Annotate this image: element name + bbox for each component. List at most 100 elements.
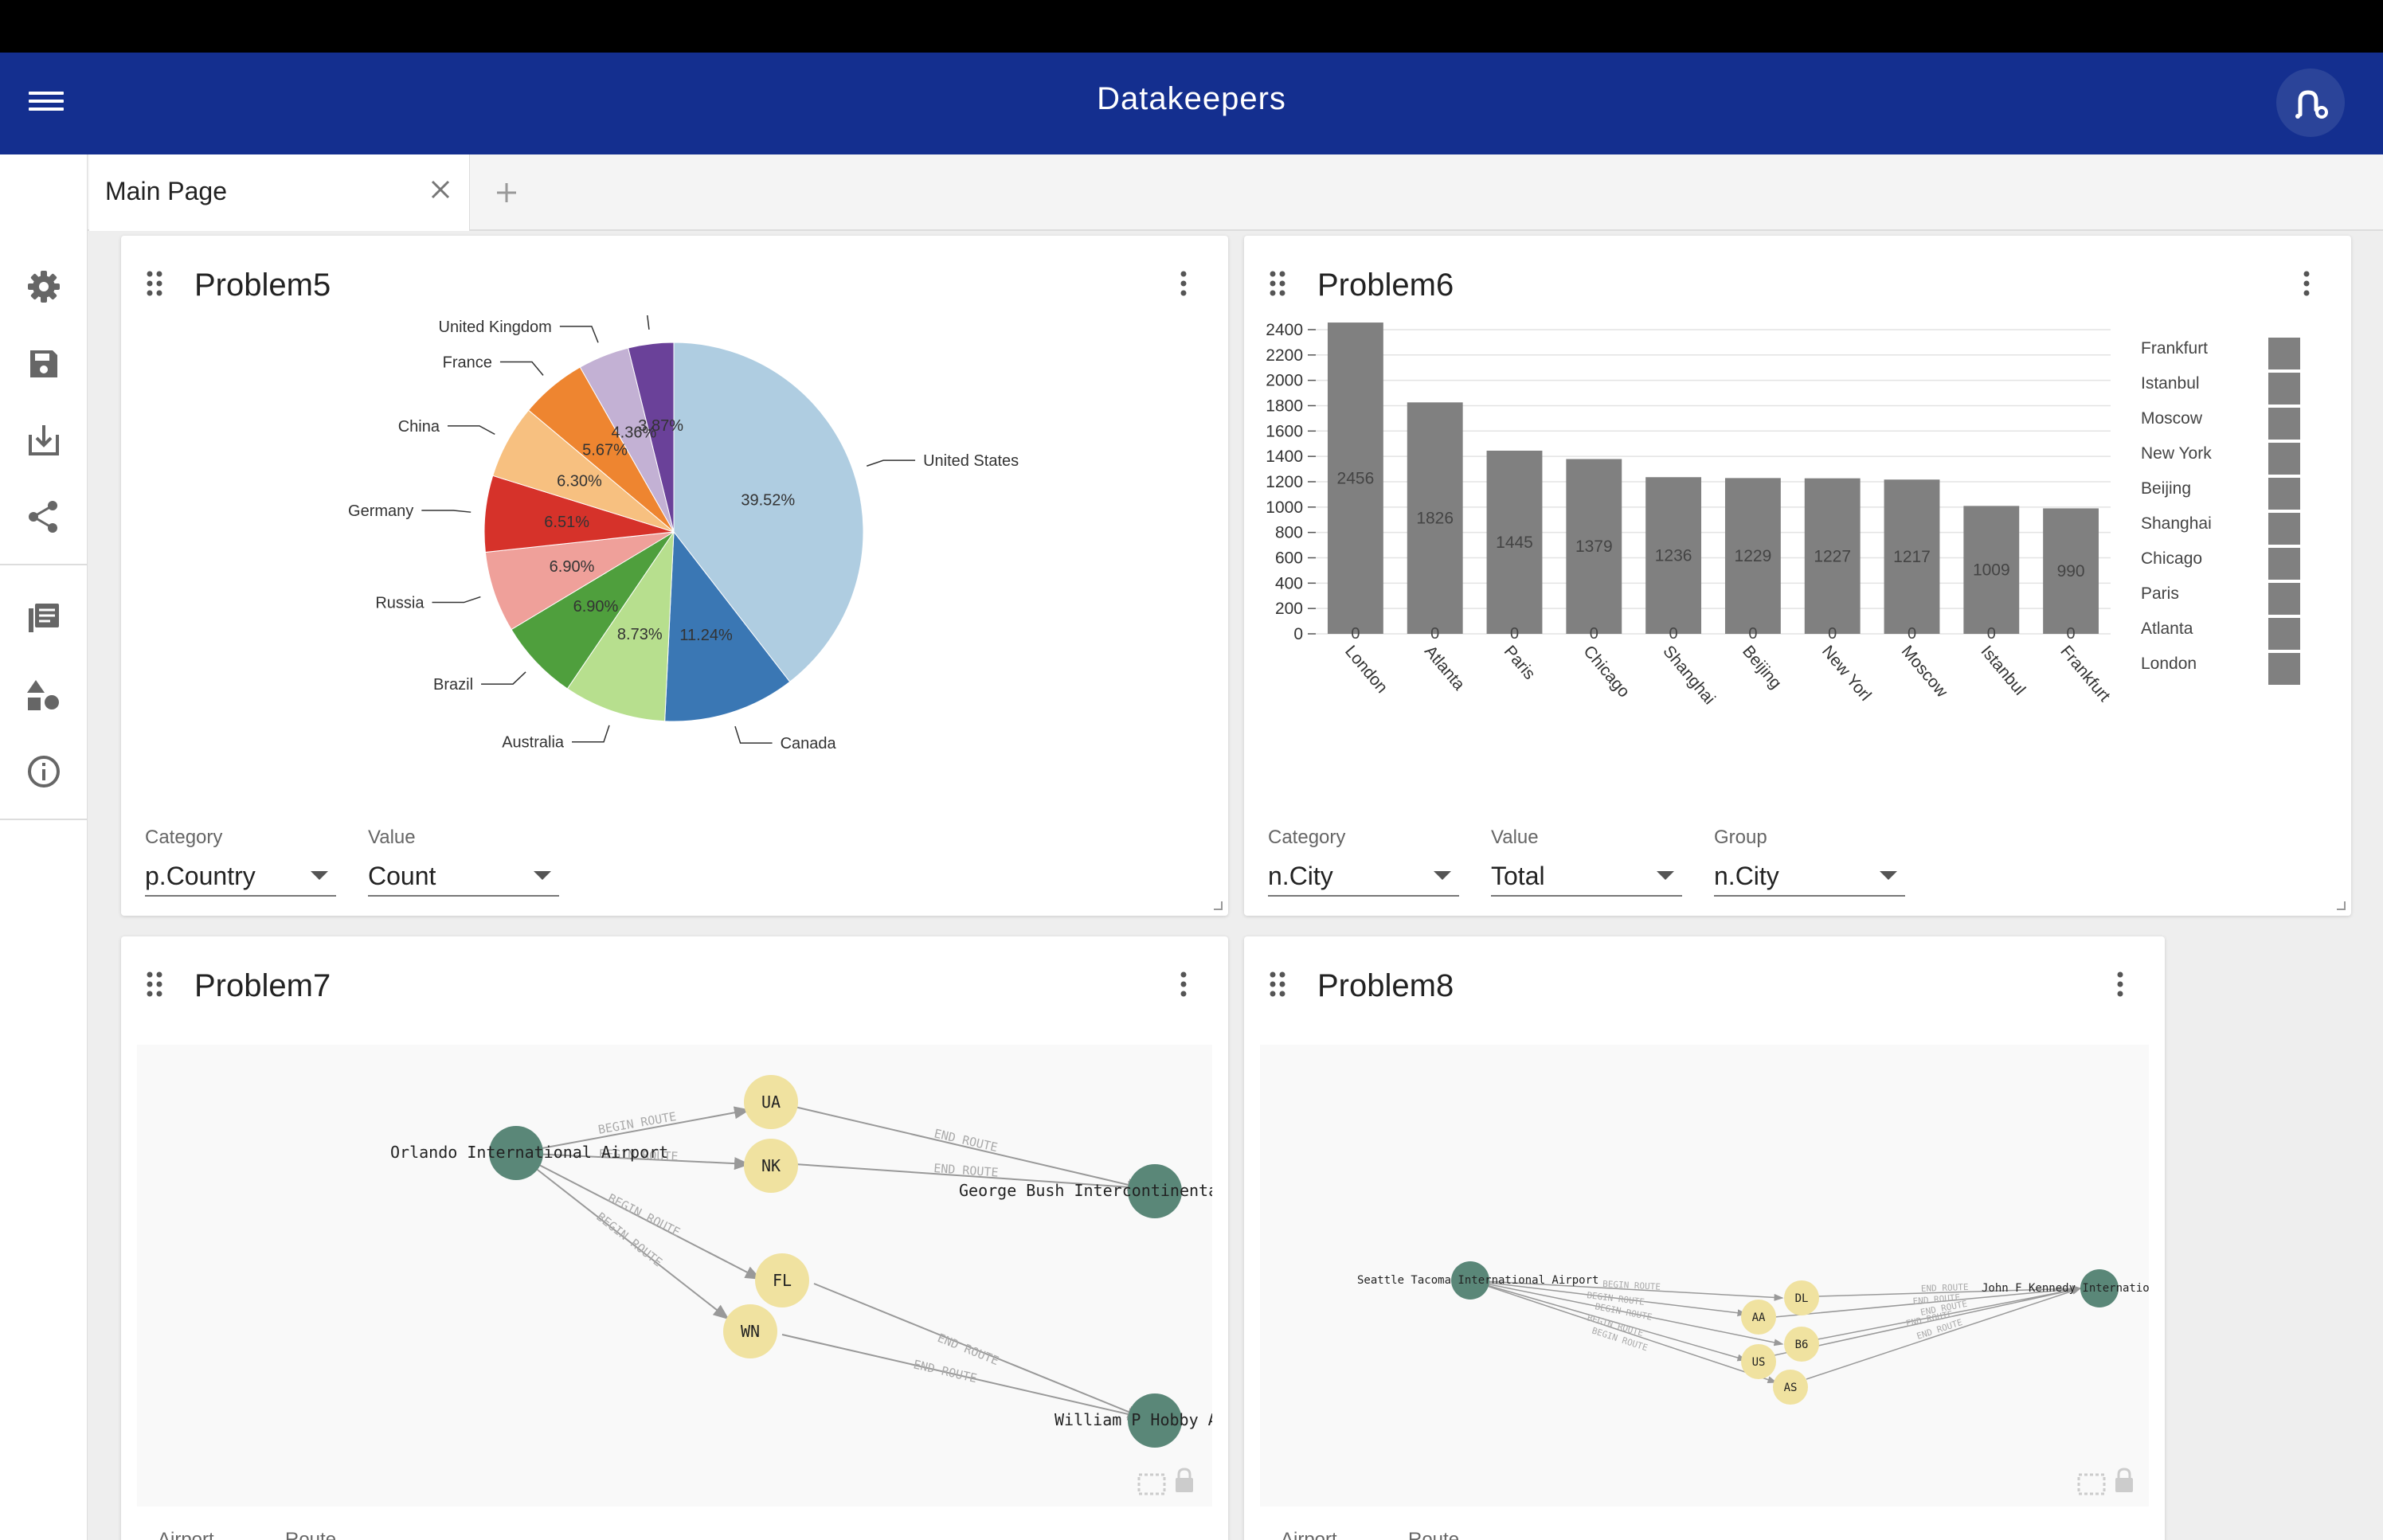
legend-swatch[interactable] — [2268, 478, 2300, 510]
connection-button[interactable] — [2276, 68, 2345, 137]
resize-handle-icon[interactable] — [1212, 900, 1223, 911]
node-label: Orlando International Airport — [390, 1143, 668, 1162]
category-select[interactable]: n.City — [1268, 857, 1459, 897]
legend-label: Atlanta — [2141, 620, 2193, 638]
legend-label: Moscow — [2141, 409, 2203, 428]
legend-swatch[interactable] — [2268, 373, 2300, 405]
app-title: Datakeepers — [1097, 81, 1286, 116]
legend-swatch[interactable] — [2268, 443, 2300, 475]
node-label: John F Kennedy International — [1982, 1282, 2149, 1295]
y-tick-label: 200 — [1275, 600, 1303, 618]
tab-main-page[interactable]: Main Page — [89, 154, 470, 231]
legend-swatch[interactable] — [2268, 408, 2300, 440]
save-icon[interactable] — [24, 344, 64, 384]
bar-base-label: 0 — [1987, 625, 1996, 643]
legend-swatch[interactable] — [2268, 548, 2300, 580]
tab-main-page-label: Main Page — [105, 177, 227, 205]
drag-handle-icon[interactable] — [145, 970, 164, 999]
pie-leader-line — [867, 459, 916, 467]
more-vert-icon[interactable] — [1176, 269, 1192, 298]
legend-route-label: Route — [1408, 1529, 1460, 1540]
category-select[interactable]: p.Country — [145, 857, 336, 897]
value-select[interactable]: Count — [368, 857, 559, 897]
download-icon[interactable] — [24, 420, 64, 460]
pie-value-label: 39.52% — [741, 492, 795, 510]
node-label: WN — [741, 1322, 760, 1341]
settings-icon[interactable] — [24, 267, 64, 307]
bar-value-label: 1009 — [1973, 561, 2010, 580]
more-vert-icon[interactable] — [1176, 970, 1192, 999]
card-title: Problem6 — [1317, 268, 1454, 303]
legend-label: Beijing — [2141, 479, 2191, 498]
x-tick-label: Atlanta — [1421, 642, 1469, 694]
node-label: Seattle Tacoma International Airport — [1357, 1274, 1598, 1287]
more-vert-icon[interactable] — [2112, 970, 2128, 999]
legend-airport-label: Airport — [1281, 1529, 1337, 1540]
y-tick-label: 1600 — [1266, 422, 1303, 440]
info-icon[interactable] — [24, 752, 64, 791]
pie-category-label: Russia — [375, 595, 425, 612]
lock-icon[interactable] — [2112, 1467, 2136, 1495]
card-problem8: Problem8 BEGIN ROUTE BEGIN ROUTE BEGIN R… — [1244, 936, 2165, 1540]
bar-value-label: 1826 — [1416, 510, 1454, 528]
extensions-icon[interactable] — [24, 675, 64, 715]
y-tick-label: 2200 — [1266, 346, 1303, 365]
pie-category-label: United States — [923, 452, 1019, 470]
system-top-bar — [0, 0, 2383, 53]
drag-handle-icon[interactable] — [1268, 970, 1287, 999]
legend-swatch[interactable] — [2268, 583, 2300, 615]
edge-label: END ROUTE — [933, 1126, 999, 1155]
x-tick-label: Shanghai — [1659, 642, 1719, 708]
pie-leader-line — [559, 326, 599, 343]
connection-icon — [2295, 90, 2328, 119]
value-select[interactable]: Total — [1491, 857, 1682, 897]
x-tick-label: Moscow — [1898, 642, 1952, 701]
pie-leader-line — [572, 725, 610, 743]
legend-label: London — [2141, 655, 2197, 673]
pie-category-label: Germany — [348, 502, 413, 520]
legend-swatch[interactable] — [2268, 618, 2300, 650]
sidebar-divider — [0, 819, 88, 820]
legend-swatch[interactable] — [2268, 653, 2300, 685]
group-label: Group — [1714, 827, 1767, 848]
legend-airport-label: Airport — [158, 1529, 214, 1540]
y-tick-label: 1200 — [1266, 473, 1303, 491]
chevron-down-icon — [1434, 871, 1451, 880]
fit-view-icon[interactable] — [2077, 1472, 2106, 1495]
chevron-down-icon — [1880, 871, 1897, 880]
graph-canvas[interactable]: BEGIN ROUTE BEGIN ROUTE BEGIN ROUTE BEGI… — [137, 1045, 1227, 1507]
edge-label: BEGIN ROUTE — [597, 1109, 678, 1137]
bar-base-label: 0 — [1908, 625, 1916, 643]
bar-value-label: 1227 — [1814, 547, 1851, 565]
pie-category-label: Canada — [781, 735, 837, 752]
share-icon[interactable] — [24, 497, 64, 537]
node-label: AA — [1752, 1311, 1766, 1324]
legend-swatch[interactable] — [2268, 513, 2300, 545]
documentation-icon[interactable] — [24, 599, 64, 639]
pie-value-label: 6.90% — [573, 598, 619, 616]
bar-base-label: 0 — [1669, 625, 1678, 643]
bar-value-label: 1229 — [1735, 547, 1772, 565]
drag-handle-icon[interactable] — [145, 269, 164, 298]
pie-category-label: Australia — [502, 734, 565, 752]
group-select[interactable]: n.City — [1714, 857, 1905, 897]
add-tab-icon[interactable] — [475, 169, 538, 217]
resize-handle-icon[interactable] — [2335, 900, 2346, 911]
pie-value-label: 6.51% — [544, 514, 589, 531]
legend-swatch[interactable] — [2268, 338, 2300, 369]
close-icon[interactable] — [425, 174, 456, 205]
card-title: Problem5 — [194, 268, 331, 303]
legend-label: Istanbul — [2141, 374, 2200, 393]
y-tick-label: 1800 — [1266, 397, 1303, 415]
more-vert-icon[interactable] — [2299, 269, 2315, 298]
value-value: Total — [1491, 862, 1545, 890]
node-label: William P Hobby Ai — [1055, 1410, 1212, 1429]
drag-handle-icon[interactable] — [1268, 269, 1287, 298]
edge-label: END ROUTE — [936, 1331, 1001, 1368]
graph-canvas[interactable]: BEGIN ROUTE BEGIN ROUTE BEGIN ROUTE BEGI… — [1260, 1045, 2165, 1507]
node-label: US — [1752, 1356, 1766, 1369]
y-tick-label: 1400 — [1266, 448, 1303, 466]
lock-icon[interactable] — [1172, 1467, 1196, 1495]
node-label: UA — [761, 1092, 781, 1112]
fit-view-icon[interactable] — [1137, 1472, 1166, 1495]
